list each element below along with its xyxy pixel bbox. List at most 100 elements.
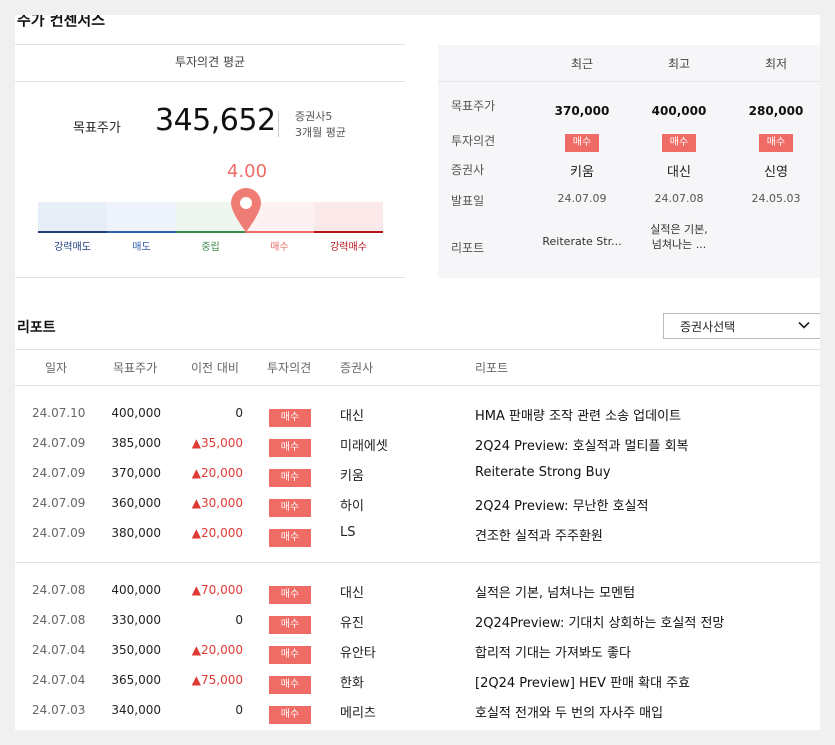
- section-title: 주가 컨센서스: [17, 15, 106, 29]
- gauge-label: 매수: [270, 242, 289, 253]
- recent-broker: 신영: [764, 165, 788, 180]
- report-change: ▲70,000: [191, 583, 243, 597]
- report-opinion: 매수: [269, 465, 311, 487]
- recent-opinion: 매수: [547, 130, 617, 152]
- table-row[interactable]: 24.07.10 400,000 0 매수 대신 HMA 판매량 조작 관련 소송 업데이…: [15, 400, 820, 430]
- report-title-link[interactable]: 2Q24Preview: 기대치 상회하는 호실적 전망: [475, 612, 724, 631]
- report-title-link[interactable]: 2Q24 Preview: 무난한 호실적: [475, 495, 648, 514]
- report-target-price: 365,000: [111, 673, 161, 687]
- buy-badge: 매수: [269, 646, 311, 664]
- report-change: ▲20,000: [191, 466, 243, 480]
- report-broker: 하이: [340, 499, 364, 514]
- report-date: 24.07.09: [32, 436, 86, 450]
- report-section-title: 리포트: [17, 320, 56, 336]
- report-change: ▲75,000: [191, 673, 243, 687]
- divider: [15, 81, 405, 82]
- recent-target-price: 280,000: [748, 104, 804, 118]
- table-row[interactable]: 24.07.09 360,000 ▲30,000 매수 하이 2Q24 Preview: …: [15, 490, 820, 520]
- report-broker: LS: [340, 525, 356, 540]
- consensus-panel: 주가 컨센서스 투자의견 평균 목표주가 345,652 증권사5 3개월 평균…: [15, 15, 820, 730]
- report-title-link[interactable]: 2Q24 Preview: 호실적과 멀티플 회복: [475, 435, 689, 454]
- period-label: 3개월 평균: [295, 126, 346, 139]
- report-title-link[interactable]: [2Q24 Preview] HEV 판매 확대 주효: [475, 672, 690, 691]
- gauge-label: 강력매수: [330, 242, 367, 253]
- buy-badge: 매수: [758, 134, 794, 152]
- recent-target-price: 400,000: [651, 104, 707, 118]
- header-change: 이전 대비: [191, 361, 239, 375]
- row-label-report: 리포트: [451, 241, 485, 255]
- report-title-link[interactable]: 합리적 기대는 가져봐도 좋다: [475, 642, 631, 661]
- report-change: ▲35,000: [191, 436, 243, 450]
- broker-count: 증권사5: [295, 110, 333, 123]
- report-change: ▲30,000: [191, 496, 243, 510]
- gauge-line: [107, 231, 176, 233]
- report-opinion: 매수: [269, 495, 311, 517]
- report-target-price: 340,000: [111, 703, 161, 717]
- row-label-date: 발표일: [451, 194, 485, 208]
- report-date: 24.07.09: [32, 496, 86, 510]
- header-target-price: 목표주가: [113, 361, 158, 375]
- recent-broker: 대신: [667, 165, 691, 180]
- report-title-link[interactable]: 실적은 기본, 넘쳐나는 모멘텀: [475, 582, 635, 601]
- report-date: 24.07.09: [32, 526, 86, 540]
- row-label-broker: 증권사: [451, 163, 485, 177]
- buy-badge: 매수: [269, 616, 311, 634]
- report-broker: 키움: [340, 469, 364, 484]
- buy-badge: 매수: [564, 134, 600, 152]
- report-date: 24.07.08: [32, 613, 86, 627]
- report-title-link[interactable]: 견조한 실적과 주주환원: [475, 525, 603, 544]
- table-row[interactable]: 24.07.08 330,000 0 매수 유진 2Q24Preview: 기대치 상회하…: [15, 607, 820, 637]
- table-row[interactable]: 24.07.09 370,000 ▲20,000 매수 키움 Reiterate Stro…: [15, 460, 820, 490]
- recent-date: 24.05.03: [751, 192, 801, 205]
- report-title-link[interactable]: Reiterate Strong Buy: [475, 465, 611, 480]
- report-opinion: 매수: [269, 405, 311, 427]
- col-high: 최고: [667, 57, 691, 71]
- window-edge: [820, 0, 835, 745]
- report-target-price: 385,000: [111, 436, 161, 450]
- report-title-link[interactable]: HMA 판매량 조작 관련 소송 업데이트: [475, 405, 681, 424]
- report-date: 24.07.03: [32, 703, 86, 717]
- table-row[interactable]: 24.07.09 380,000 ▲20,000 매수 LS 견조한 실적과 주주환원: [15, 520, 820, 550]
- col-recent: 최근: [570, 57, 594, 71]
- table-row[interactable]: 24.07.04 365,000 ▲75,000 매수 한화 [2Q24 Preview]…: [15, 667, 820, 697]
- table-row[interactable]: 24.07.09 385,000 ▲35,000 매수 미래에셋 2Q24 Preview…: [15, 430, 820, 460]
- buy-badge: 매수: [269, 409, 311, 427]
- col-low: 최저: [764, 57, 788, 71]
- report-opinion: 매수: [269, 525, 311, 547]
- recent-opinion: 매수: [741, 130, 811, 152]
- report-target-price: 400,000: [111, 406, 161, 420]
- report-broker: 메리츠: [340, 706, 376, 721]
- buy-badge: 매수: [269, 586, 311, 604]
- report-broker: 미래에셋: [340, 439, 388, 454]
- table-row[interactable]: 24.07.04 350,000 ▲20,000 매수 유안타 합리적 기대는 가져봐도 …: [15, 637, 820, 667]
- buy-badge: 매수: [269, 469, 311, 487]
- table-row[interactable]: 24.07.03 340,000 0 매수 메리츠 호실적 전개와 두 번의 자사주 매입: [15, 697, 820, 727]
- report-opinion: 매수: [269, 642, 311, 664]
- row-label-opinion: 투자의견: [451, 134, 496, 148]
- recent-opinion: 매수: [644, 130, 714, 152]
- gauge-line: [38, 231, 107, 233]
- recent-broker: 키움: [570, 165, 594, 180]
- header-report: 리포트: [475, 361, 509, 375]
- divider: [15, 44, 405, 45]
- row-label-target: 목표주가: [451, 99, 496, 113]
- broker-select[interactable]: 증권사선택: [663, 313, 820, 339]
- header-broker: 증권사: [340, 361, 374, 375]
- recent-report-link[interactable]: Reiterate Str...: [542, 234, 622, 249]
- report-opinion: 매수: [269, 582, 311, 604]
- report-target-price: 360,000: [111, 496, 161, 510]
- recent-target-price: 370,000: [554, 104, 610, 118]
- separator: [278, 111, 279, 137]
- report-opinion: 매수: [269, 435, 311, 457]
- table-row[interactable]: 24.07.08 400,000 ▲70,000 매수 대신 실적은 기본, 넘쳐나는 모…: [15, 577, 820, 607]
- divider: [438, 81, 820, 82]
- report-broker: 한화: [340, 676, 364, 691]
- recent-report-link[interactable]: 실적은 기본, 넘쳐나는 ...: [639, 222, 719, 252]
- header-opinion: 투자의견: [267, 361, 312, 375]
- report-target-price: 350,000: [111, 643, 161, 657]
- report-date: 24.07.09: [32, 466, 86, 480]
- buy-badge: 매수: [269, 499, 311, 517]
- target-price-value: 345,652: [155, 103, 276, 138]
- report-title-link[interactable]: 호실적 전개와 두 번의 자사주 매입: [475, 702, 663, 721]
- buy-badge: 매수: [269, 439, 311, 457]
